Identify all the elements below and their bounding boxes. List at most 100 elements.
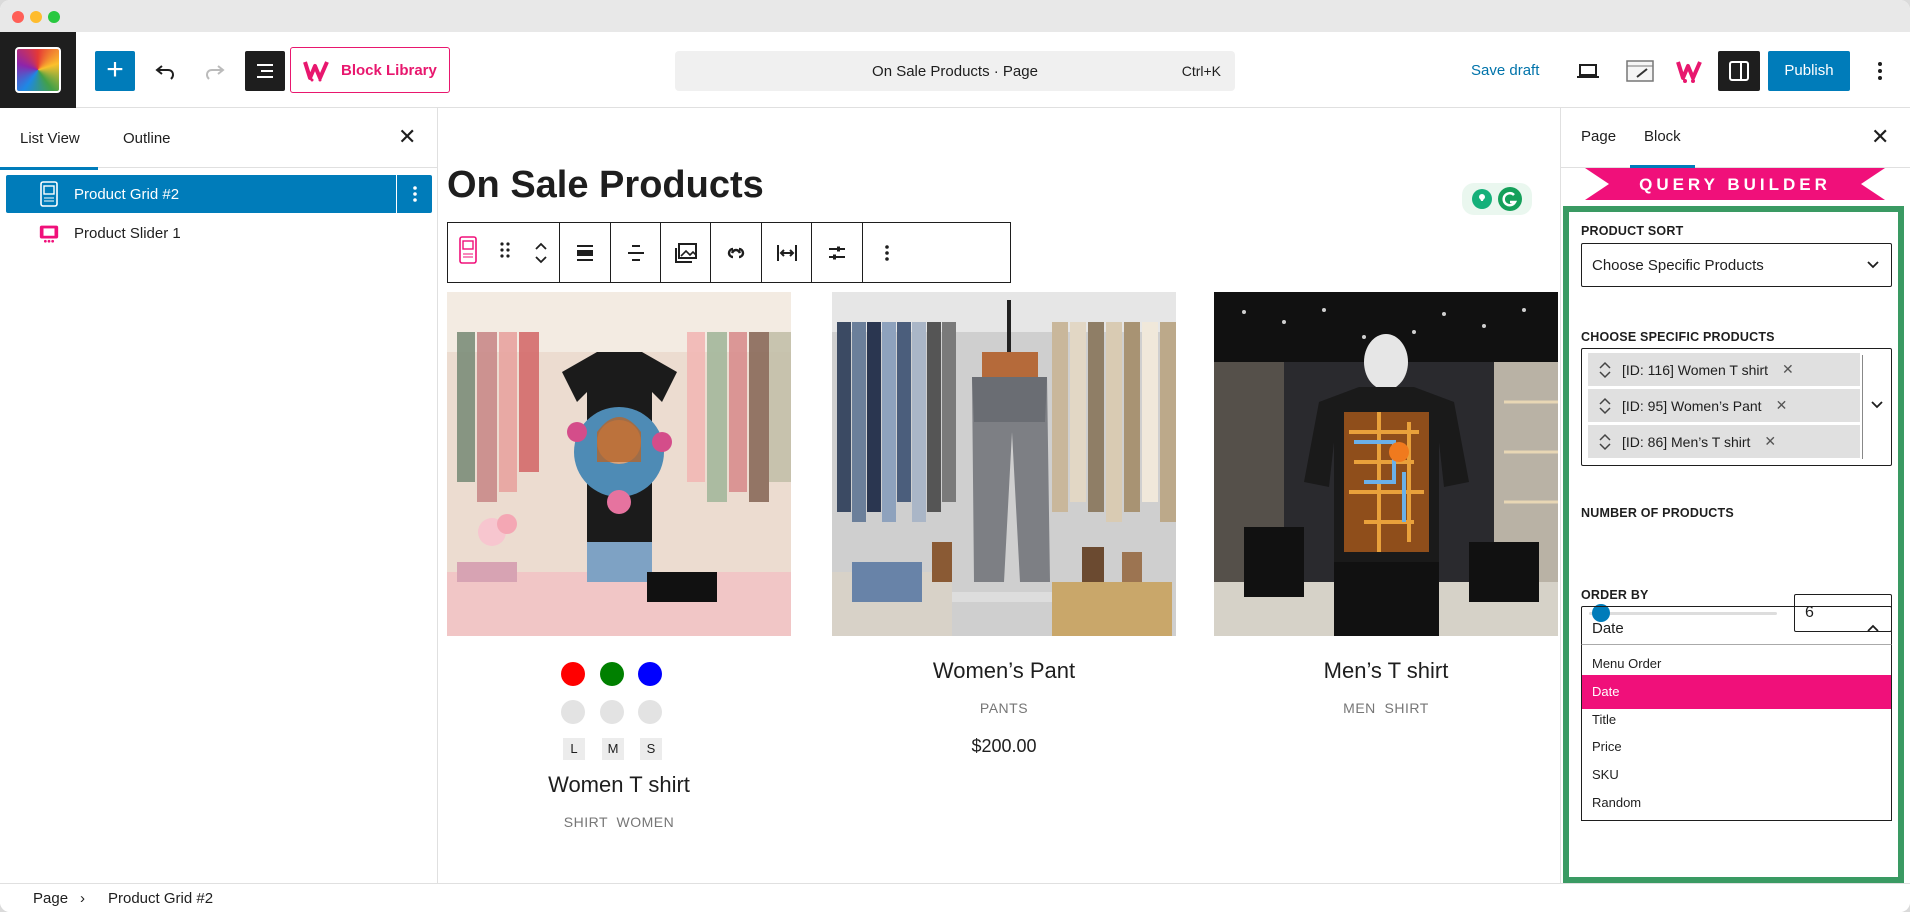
product-name[interactable]: Women T shirt: [447, 772, 791, 798]
product-grid-icon: [38, 181, 60, 207]
tab-block[interactable]: Block: [1630, 128, 1695, 168]
remove-chip-icon[interactable]: ✕: [1776, 397, 1788, 414]
product-grid-icon: [459, 236, 477, 264]
sliders-icon: [829, 246, 845, 259]
options-button[interactable]: [1860, 51, 1900, 91]
link-button[interactable]: [711, 223, 762, 282]
block-library-label: Block Library: [341, 61, 437, 79]
save-draft-button[interactable]: Save draft: [1471, 62, 1539, 79]
product-name[interactable]: Men’s T shirt: [1214, 658, 1558, 684]
chevron-down-icon[interactable]: [1869, 397, 1885, 413]
wowstore-icon: [1676, 61, 1702, 83]
product-image[interactable]: [447, 292, 791, 636]
document-title: On Sale Products · Page: [872, 63, 1038, 80]
more-vertical-icon: [412, 186, 417, 202]
list-item-product-grid[interactable]: Product Grid #2: [6, 175, 432, 213]
drag-handle[interactable]: [499, 241, 511, 264]
close-window-button[interactable]: [12, 11, 24, 23]
reorder-arrows[interactable]: [1588, 397, 1622, 415]
left-panel-tabs: List View Outline ✕: [0, 108, 437, 170]
page-title[interactable]: On Sale Products: [447, 164, 764, 207]
move-buttons[interactable]: [534, 241, 548, 265]
grammarly-widget[interactable]: [1462, 183, 1532, 215]
order-by-value: Date: [1592, 619, 1624, 637]
product-card[interactable]: Women’s Pant PANTS $200.00: [832, 292, 1176, 756]
list-view-icon: [257, 64, 273, 78]
command-palette-bar[interactable]: On Sale Products · Page Ctrl+K: [675, 51, 1235, 91]
product-card[interactable]: Men’s T shirt MEN SHIRT: [1214, 292, 1558, 716]
block-settings-sidebar: Page Block ✕ QUERY BUILDER PRODUCT SORT …: [1560, 108, 1910, 883]
block-type-button[interactable]: [459, 236, 477, 269]
chip-label: [ID: 86] Men’s T shirt: [1622, 433, 1751, 450]
product-multiselect[interactable]: [ID: 116] Women T shirt ✕ [ID: 95] Women…: [1581, 348, 1892, 466]
grammarly-icon: [1498, 187, 1522, 211]
color-swatch-blue[interactable]: [638, 662, 662, 686]
tab-page[interactable]: Page: [1581, 128, 1616, 145]
tab-list-view[interactable]: List View: [0, 130, 98, 170]
size-option[interactable]: M: [602, 738, 624, 760]
drag-icon: [500, 242, 511, 258]
redo-button[interactable]: [195, 51, 235, 91]
swatch-placeholder: [561, 700, 585, 724]
selected-product-chip[interactable]: [ID: 86] Men’s T shirt ✕: [1588, 425, 1860, 458]
size-option[interactable]: S: [640, 738, 662, 760]
remove-chip-icon[interactable]: ✕: [1764, 433, 1776, 450]
chevron-down-icon: [1867, 261, 1879, 269]
image-button[interactable]: [661, 223, 711, 282]
remove-chip-icon[interactable]: ✕: [1782, 361, 1794, 378]
product-sort-select[interactable]: Choose Specific Products: [1581, 243, 1892, 287]
plugin-editor-button[interactable]: [1620, 51, 1660, 91]
breadcrumb-page[interactable]: Page: [33, 890, 68, 907]
block-toolbar: [447, 222, 1011, 283]
justify-button[interactable]: [611, 223, 661, 282]
product-image[interactable]: [1214, 292, 1558, 636]
size-option[interactable]: L: [563, 738, 585, 760]
block-options-button[interactable]: [396, 175, 432, 213]
link-icon: [727, 247, 745, 258]
minimize-window-button[interactable]: [30, 11, 42, 23]
settings-button[interactable]: [812, 223, 863, 282]
selected-product-chip[interactable]: [ID: 95] Women’s Pant ✕: [1588, 389, 1860, 422]
maximize-window-button[interactable]: [48, 11, 60, 23]
list-item-product-slider[interactable]: Product Slider 1: [6, 214, 432, 252]
product-image[interactable]: [832, 292, 1176, 636]
close-settings-button[interactable]: ✕: [1871, 124, 1889, 150]
chip-label: [ID: 116] Women T shirt: [1622, 361, 1769, 378]
add-block-button[interactable]: +: [95, 51, 135, 91]
reorder-arrows[interactable]: [1588, 361, 1622, 379]
color-swatch-green[interactable]: [600, 662, 624, 686]
breadcrumb-block[interactable]: Product Grid #2: [108, 890, 213, 907]
redo-icon: [205, 65, 225, 80]
product-card[interactable]: L M S Women T shirt SHIRT WOMEN: [447, 292, 791, 830]
chevron-up-icon: [1599, 361, 1611, 369]
preview-button[interactable]: [1568, 51, 1608, 91]
document-overview-button[interactable]: [245, 51, 285, 91]
align-button[interactable]: [560, 223, 611, 282]
close-list-view-button[interactable]: ✕: [398, 124, 416, 150]
chevron-up-icon: [1599, 433, 1611, 441]
undo-button[interactable]: [145, 51, 185, 91]
block-library-button[interactable]: Block Library: [290, 47, 450, 93]
list-item-label: Product Grid #2: [74, 185, 180, 203]
width-button[interactable]: [762, 223, 812, 282]
publish-button[interactable]: Publish: [1768, 51, 1850, 91]
window-titlebar: [0, 0, 1910, 32]
color-swatch-red[interactable]: [561, 662, 585, 686]
order-option-random[interactable]: Random: [1582, 786, 1891, 820]
settings-toggle-button[interactable]: [1718, 51, 1760, 91]
chevron-down-icon: [1599, 442, 1611, 450]
block-breadcrumb-bar: Page › Product Grid #2: [0, 883, 1910, 912]
wowstore-button[interactable]: [1670, 51, 1710, 91]
breadcrumb-separator-icon: ›: [80, 890, 85, 907]
order-by-label: ORDER BY: [1581, 588, 1649, 602]
more-options-button[interactable]: [863, 223, 911, 282]
swatch-placeholder: [600, 700, 624, 724]
selected-product-chip[interactable]: [ID: 116] Women T shirt ✕: [1588, 353, 1860, 386]
tab-outline[interactable]: Outline: [123, 130, 171, 147]
more-vertical-icon: [885, 244, 889, 261]
reorder-arrows[interactable]: [1588, 433, 1622, 451]
align-wide-icon: [577, 244, 593, 261]
site-logo[interactable]: [0, 32, 76, 108]
product-name[interactable]: Women’s Pant: [832, 658, 1176, 684]
lightbulb-icon: [1472, 189, 1492, 209]
